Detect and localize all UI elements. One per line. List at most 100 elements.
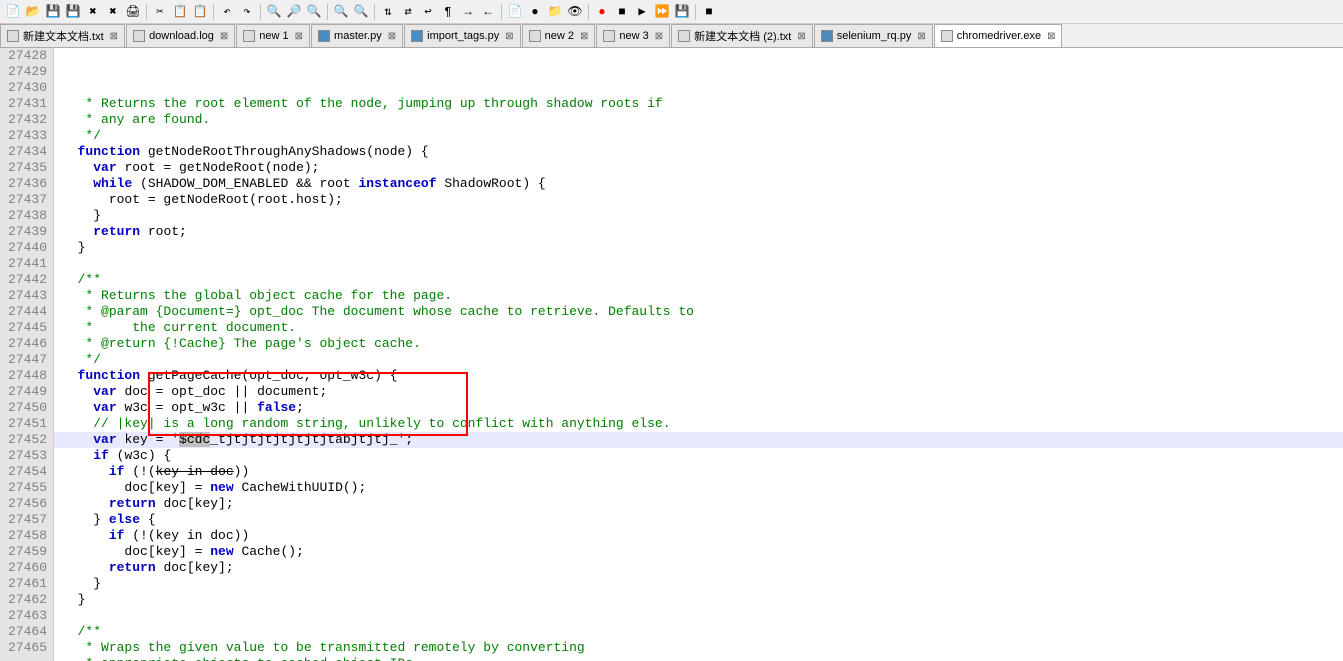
- tab-4[interactable]: import_tags.py⊠: [404, 24, 521, 47]
- code-line[interactable]: /**: [54, 624, 1343, 640]
- line-number: 27447: [8, 352, 47, 368]
- word-wrap-icon[interactable]: ↩: [419, 3, 437, 21]
- zoom-out-icon[interactable]: 🔍: [352, 3, 370, 21]
- paste-icon[interactable]: 📋: [191, 3, 209, 21]
- close-icon[interactable]: ⊠: [505, 31, 513, 42]
- redo-icon[interactable]: ↷: [238, 3, 256, 21]
- play-icon[interactable]: ▶: [633, 3, 651, 21]
- close-icon[interactable]: ⊠: [797, 31, 805, 42]
- code-line[interactable]: root = getNodeRoot(root.host);: [54, 192, 1343, 208]
- code-content[interactable]: * Returns the root element of the node, …: [54, 48, 1343, 661]
- code-line[interactable]: }: [54, 240, 1343, 256]
- print-icon[interactable]: 🖨: [124, 3, 142, 21]
- terminal-icon[interactable]: ■: [700, 3, 718, 21]
- copy-icon[interactable]: 📋: [171, 3, 189, 21]
- tab-1[interactable]: download.log⊠: [126, 24, 235, 47]
- code-line[interactable]: if (w3c) {: [54, 448, 1343, 464]
- sync-v-icon[interactable]: ⇅: [379, 3, 397, 21]
- code-line[interactable]: var key = '$cdc_tjtjtjtjtjtjtjtabjtjtj_'…: [54, 432, 1343, 448]
- code-line[interactable]: * appropriate objects to cached object I…: [54, 656, 1343, 661]
- lang-cmd-icon[interactable]: ●: [526, 3, 544, 21]
- code-line[interactable]: var doc = opt_doc || document;: [54, 384, 1343, 400]
- close-icon[interactable]: ⊠: [110, 31, 118, 42]
- code-area[interactable]: 2742827429274302743127432274332743427435…: [0, 48, 1343, 661]
- code-line[interactable]: * @param {Document=} opt_doc The documen…: [54, 304, 1343, 320]
- code-line[interactable]: // |key| is a long random string, unlike…: [54, 416, 1343, 432]
- close-icon[interactable]: ✖: [84, 3, 102, 21]
- code-line[interactable]: * @return {!Cache} The page's object cac…: [54, 336, 1343, 352]
- eye-icon[interactable]: 👁: [566, 3, 584, 21]
- tab-3[interactable]: master.py ⊠: [311, 24, 403, 47]
- close-icon[interactable]: ⊠: [580, 31, 588, 42]
- tab-5[interactable]: new 2⊠: [522, 24, 596, 47]
- code-line[interactable]: }: [54, 576, 1343, 592]
- close-icon[interactable]: ⊠: [295, 31, 303, 42]
- fast-forward-icon[interactable]: ⏩: [653, 3, 671, 21]
- lang-doc-icon[interactable]: 📄: [506, 3, 524, 21]
- code-line[interactable]: /**: [54, 272, 1343, 288]
- tab-6[interactable]: new 3 ⊠: [596, 24, 670, 47]
- code-line[interactable]: if (!(key in doc)): [54, 464, 1343, 480]
- undo-icon[interactable]: ↶: [218, 3, 236, 21]
- close-icon[interactable]: ⊠: [388, 31, 396, 42]
- close-icon[interactable]: ⊠: [1047, 31, 1055, 42]
- cut-icon[interactable]: ✂: [151, 3, 169, 21]
- code-line[interactable]: }: [54, 208, 1343, 224]
- find-in-files-icon[interactable]: 🔍: [305, 3, 323, 21]
- code-line[interactable]: * the current document.: [54, 320, 1343, 336]
- code-line[interactable]: * any are found.: [54, 112, 1343, 128]
- stop-icon[interactable]: ■: [613, 3, 631, 21]
- show-all-icon[interactable]: ¶: [439, 3, 457, 21]
- toolbar-separator: [146, 4, 147, 20]
- line-number: 27432: [8, 112, 47, 128]
- code-line[interactable]: * Returns the root element of the node, …: [54, 96, 1343, 112]
- code-line[interactable]: * Wraps the given value to be transmitte…: [54, 640, 1343, 656]
- save-icon[interactable]: 💾: [44, 3, 62, 21]
- line-number: 27452: [8, 432, 47, 448]
- code-line[interactable]: var root = getNodeRoot(node);: [54, 160, 1343, 176]
- code-line[interactable]: * Returns the global object cache for th…: [54, 288, 1343, 304]
- code-line[interactable]: */: [54, 128, 1343, 144]
- tab-label: chromedriver.exe: [957, 30, 1041, 42]
- save-macro-icon[interactable]: 💾: [673, 3, 691, 21]
- outdent-icon[interactable]: ←: [479, 3, 497, 21]
- tab-label: master.py: [334, 30, 382, 42]
- close-icon[interactable]: ⊠: [655, 31, 663, 42]
- find-icon[interactable]: 🔍: [265, 3, 283, 21]
- folder-icon[interactable]: 📁: [546, 3, 564, 21]
- tab-label: new 3: [619, 30, 648, 42]
- code-line[interactable]: return doc[key];: [54, 496, 1343, 512]
- code-line[interactable]: while (SHADOW_DOM_ENABLED && root instan…: [54, 176, 1343, 192]
- code-line[interactable]: return doc[key];: [54, 560, 1343, 576]
- open-folder-icon[interactable]: 📂: [24, 3, 42, 21]
- code-line[interactable]: return root;: [54, 224, 1343, 240]
- record-icon[interactable]: ●: [593, 3, 611, 21]
- code-line[interactable]: [54, 256, 1343, 272]
- code-line[interactable]: function getPageCache(opt_doc, opt_w3c) …: [54, 368, 1343, 384]
- zoom-in-icon[interactable]: 🔍: [332, 3, 350, 21]
- code-line[interactable]: function getNodeRootThroughAnyShadows(no…: [54, 144, 1343, 160]
- code-line[interactable]: doc[key] = new CacheWithUUID();: [54, 480, 1343, 496]
- code-line[interactable]: if (!(key in doc)): [54, 528, 1343, 544]
- tab-8[interactable]: selenium_rq.py⊠: [814, 24, 933, 47]
- save-all-icon[interactable]: 💾: [64, 3, 82, 21]
- line-number: 27430: [8, 80, 47, 96]
- tab-0[interactable]: 新建文本文档.txt⊠: [0, 24, 125, 47]
- code-line[interactable]: [54, 608, 1343, 624]
- sync-h-icon[interactable]: ⇄: [399, 3, 417, 21]
- code-line[interactable]: */: [54, 352, 1343, 368]
- find-replace-icon[interactable]: 🔎: [285, 3, 303, 21]
- close-icon[interactable]: ⊠: [220, 31, 228, 42]
- tab-7[interactable]: 新建文本文档 (2).txt⊠: [671, 24, 813, 47]
- code-line[interactable]: doc[key] = new Cache();: [54, 544, 1343, 560]
- code-line[interactable]: var w3c = opt_w3c || false;: [54, 400, 1343, 416]
- tab-9[interactable]: chromedriver.exe ⊠: [934, 24, 1063, 47]
- tab-2[interactable]: new 1⊠: [236, 24, 310, 47]
- toolbar-separator: [501, 4, 502, 20]
- close-all-icon[interactable]: ✖: [104, 3, 122, 21]
- close-icon[interactable]: ⊠: [917, 31, 925, 42]
- code-line[interactable]: } else {: [54, 512, 1343, 528]
- new-file-icon[interactable]: 📄: [4, 3, 22, 21]
- code-line[interactable]: }: [54, 592, 1343, 608]
- indent-icon[interactable]: →: [459, 3, 477, 21]
